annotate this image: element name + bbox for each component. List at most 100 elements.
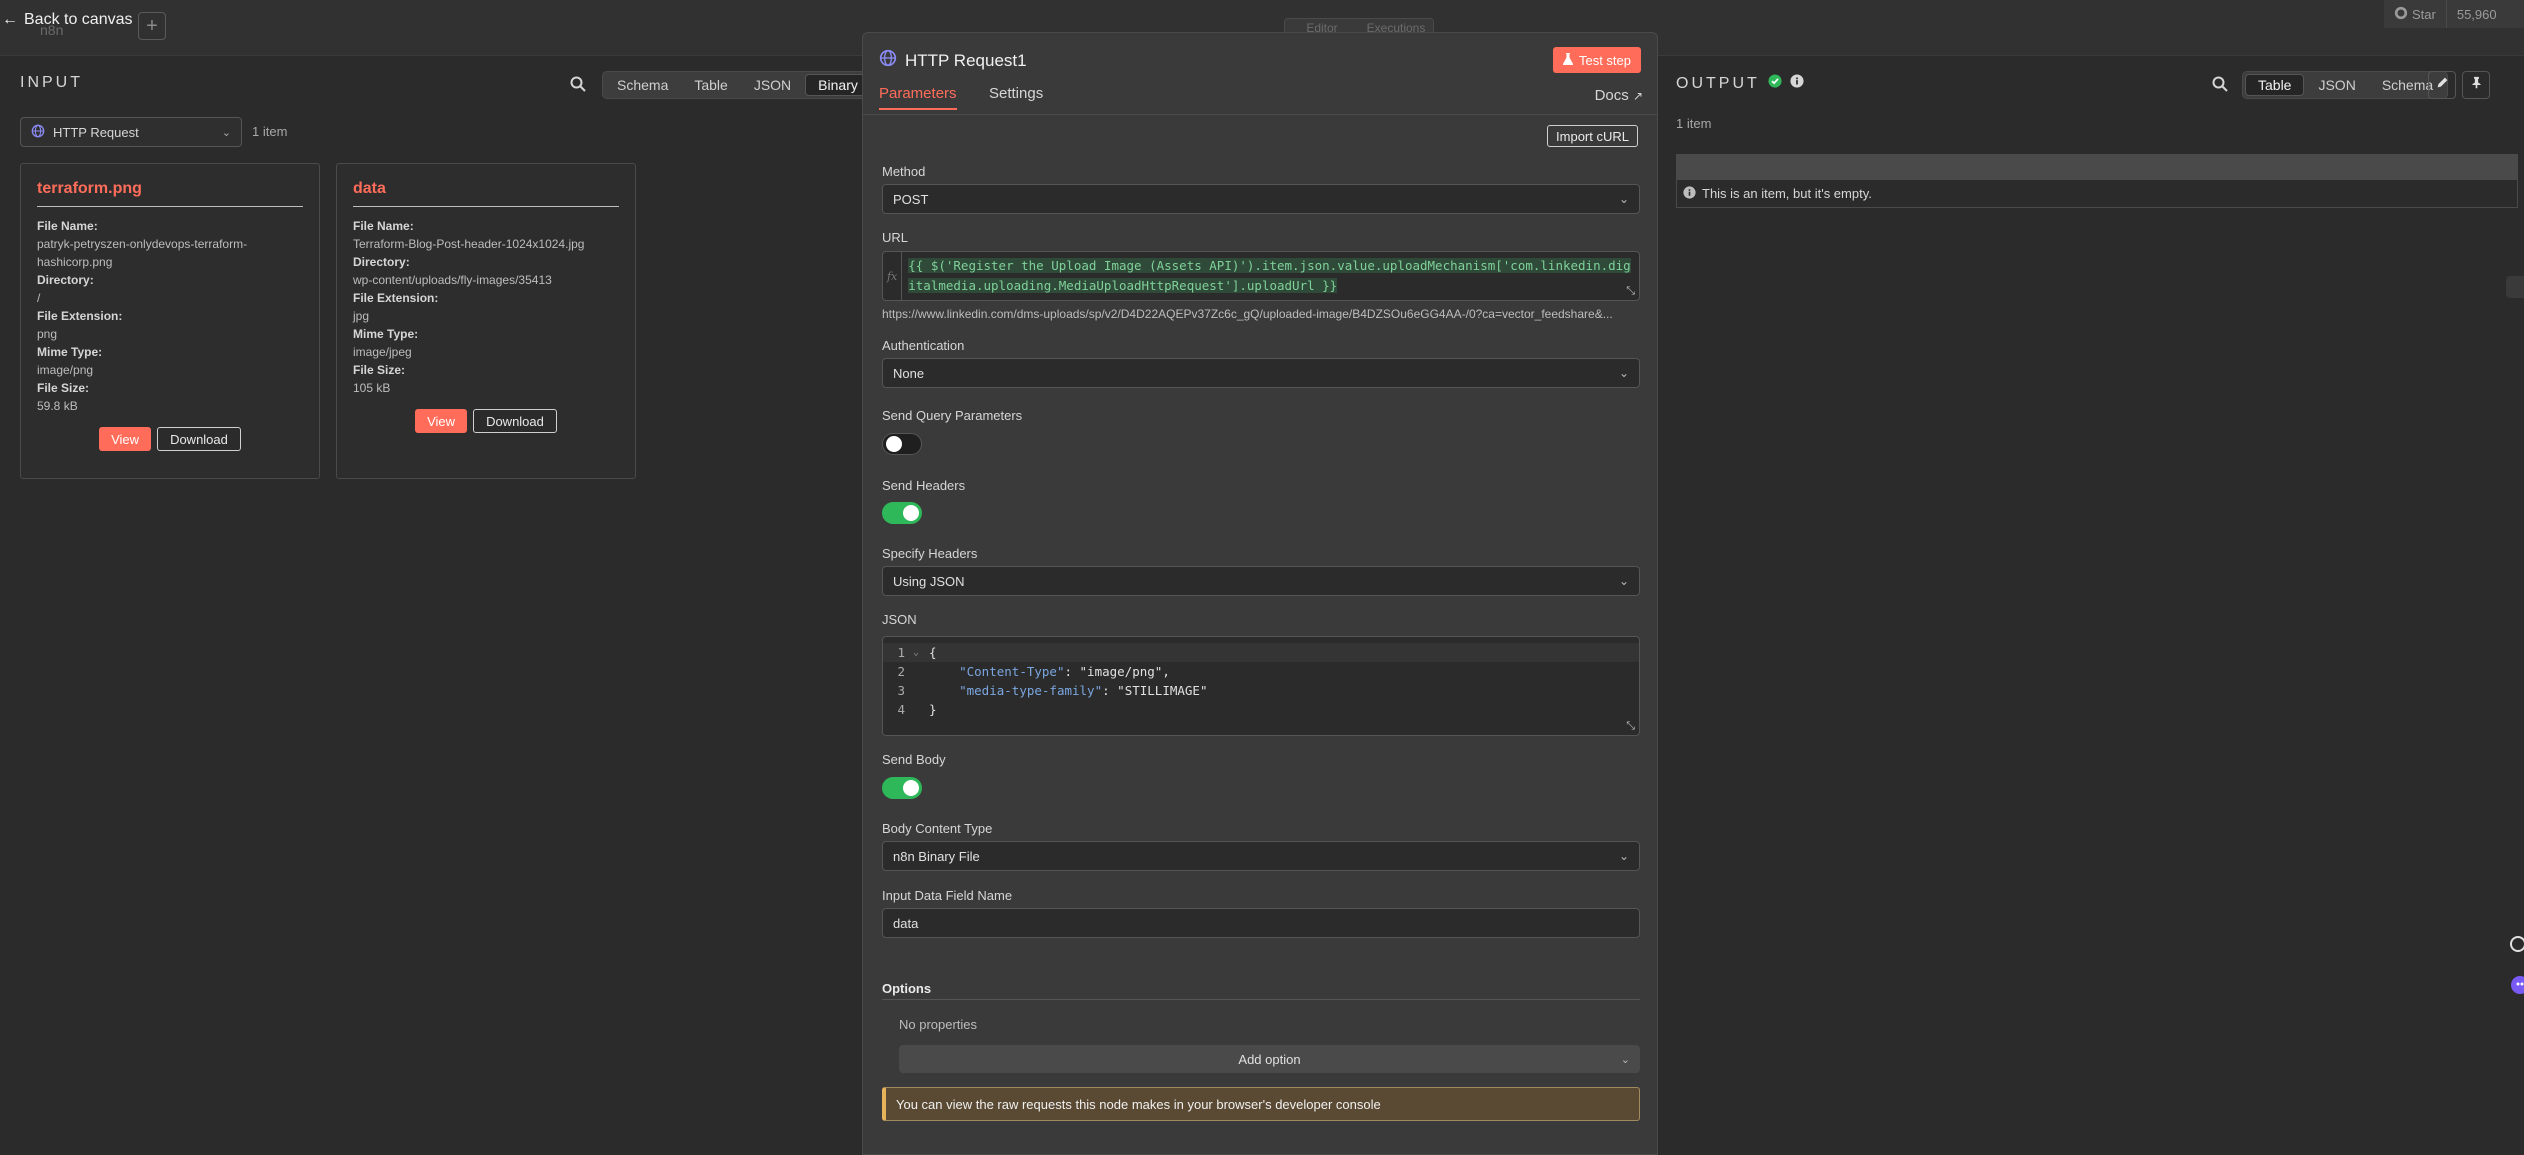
- url-expression-input[interactable]: fx {{ $('Register the Upload Image (Asse…: [882, 251, 1640, 301]
- back-to-canvas-label: Back to canvas: [24, 11, 133, 28]
- divider: [882, 999, 1640, 1000]
- fx-icon: fx: [883, 252, 903, 300]
- download-button[interactable]: Download: [157, 427, 241, 451]
- line-number: 3: [897, 683, 905, 698]
- code-text: }: [929, 702, 937, 717]
- json-key: "Content-Type": [959, 664, 1065, 679]
- search-icon[interactable]: [570, 76, 586, 97]
- view-button[interactable]: View: [415, 409, 468, 433]
- method-value: POST: [893, 191, 929, 207]
- chevron-down-icon: ⌄: [221, 126, 231, 139]
- tab-table[interactable]: Table: [682, 74, 739, 96]
- field-value: 59.8 kB: [37, 399, 78, 413]
- field-label: Mime Type:: [37, 345, 103, 359]
- line-number: 4: [897, 702, 905, 717]
- add-option-button[interactable]: Add option ⌄: [899, 1045, 1640, 1073]
- developer-console-notice: You can view the raw requests this node …: [882, 1087, 1640, 1121]
- search-icon[interactable]: [2212, 76, 2228, 97]
- line-number: 1: [897, 645, 905, 660]
- binary-card-actions: View Download: [37, 427, 303, 451]
- input-data-field-input[interactable]: data: [882, 908, 1640, 938]
- expand-icon[interactable]: ⤡: [1626, 285, 1635, 298]
- binary-card: terraform.png File Name: patryk-petrysze…: [20, 163, 320, 479]
- url-expression-text: {{ $('Register the Upload Image (Assets …: [908, 258, 1631, 293]
- field-label: Directory:: [353, 255, 410, 269]
- json-label: JSON: [882, 612, 917, 627]
- tab-settings[interactable]: Settings: [989, 85, 1043, 108]
- import-curl-button[interactable]: Import cURL: [1547, 125, 1638, 147]
- field-value: 105 kB: [353, 381, 391, 395]
- docs-label: Docs: [1594, 87, 1629, 104]
- input-data-field-value: data: [893, 915, 919, 931]
- add-option-label: Add option: [1238, 1051, 1301, 1067]
- node-title-text[interactable]: HTTP Request1: [905, 51, 1027, 71]
- fold-chevron-icon[interactable]: ⌄: [905, 647, 927, 658]
- field-label: File Name:: [37, 219, 98, 233]
- authentication-select[interactable]: None ⌄: [882, 358, 1640, 388]
- info-icon[interactable]: [1790, 74, 1804, 93]
- send-body-label: Send Body: [882, 752, 946, 767]
- expand-icon[interactable]: ⤡: [1626, 719, 1635, 733]
- view-button[interactable]: View: [99, 427, 152, 451]
- modal-header: HTTP Request1 Test step Parameters Setti…: [863, 33, 1657, 115]
- send-headers-toggle[interactable]: [882, 502, 922, 524]
- send-query-toggle[interactable]: [882, 433, 922, 455]
- authentication-value: None: [893, 365, 925, 381]
- json-key: "media-type-family": [959, 683, 1103, 698]
- code-text: "media-type-family": "STILLIMAGE": [959, 683, 1208, 698]
- tab-json[interactable]: JSON: [2306, 74, 2367, 96]
- url-label: URL: [882, 230, 909, 245]
- side-handle-icon[interactable]: [2506, 276, 2524, 298]
- specify-headers-value: Using JSON: [893, 573, 965, 589]
- output-table-header: [1676, 154, 2518, 180]
- tab-parameters[interactable]: Parameters: [879, 85, 957, 110]
- body-content-type-select[interactable]: n8n Binary File ⌄: [882, 841, 1640, 871]
- specify-headers-select[interactable]: Using JSON ⌄: [882, 566, 1640, 596]
- code-line: 1 ⌄ {: [883, 643, 1639, 662]
- globe-icon: [31, 124, 45, 141]
- code-line: 4 }: [883, 700, 1639, 719]
- test-step-button[interactable]: Test step: [1552, 47, 1641, 73]
- github-star-label: Star: [2412, 6, 2436, 22]
- docs-link[interactable]: Docs ↗: [1595, 87, 1643, 104]
- send-body-toggle[interactable]: [882, 777, 922, 799]
- json-code-editor[interactable]: 1 ⌄ { 2 "Content-Type": "image/png", 3 "…: [882, 636, 1640, 736]
- tab-table[interactable]: Table: [2245, 74, 2305, 96]
- json-value: "image/png",: [1079, 664, 1170, 679]
- github-star-widget[interactable]: Star 55,960: [2384, 0, 2524, 28]
- external-link-icon: ↗: [1632, 89, 1643, 103]
- input-node-select[interactable]: HTTP Request ⌄: [20, 117, 242, 147]
- back-to-canvas-link[interactable]: ← Back to canvas: [2, 8, 133, 32]
- flask-icon: [1562, 52, 1573, 68]
- specify-headers-label: Specify Headers: [882, 546, 978, 561]
- node-settings-modal: HTTP Request1 Test step Parameters Setti…: [862, 32, 1658, 1155]
- field-value: wp-content/uploads/fly-images/35413: [353, 273, 552, 287]
- pin-data-button[interactable]: [2462, 71, 2490, 99]
- download-button[interactable]: Download: [473, 409, 557, 433]
- chat-widget-icon[interactable]: [2508, 934, 2524, 956]
- empty-item-message: This is an item, but it's empty.: [1702, 186, 1872, 201]
- input-panel: INPUT Schema Table JSON Binary HTTP Requ…: [0, 56, 874, 1155]
- field-value: jpg: [353, 309, 370, 323]
- binary-card: data File Name: Terraform-Blog-Post-head…: [336, 163, 636, 479]
- field-label: File Size:: [353, 363, 406, 377]
- tab-binary[interactable]: Binary: [805, 74, 871, 96]
- field-value: image/png: [37, 363, 94, 377]
- input-view-tabs: Schema Table JSON Binary: [602, 71, 874, 99]
- chevron-down-icon: ⌄: [1618, 366, 1629, 380]
- field-label: Mime Type:: [353, 327, 419, 341]
- method-select[interactable]: POST ⌄: [882, 184, 1640, 214]
- edit-output-button[interactable]: [2428, 71, 2456, 99]
- send-headers-label: Send Headers: [882, 478, 966, 493]
- add-workflow-button[interactable]: +: [138, 12, 166, 40]
- code-line: 2 "Content-Type": "image/png",: [883, 662, 1639, 681]
- send-query-label: Send Query Parameters: [882, 408, 1023, 423]
- chevron-down-icon: ⌄: [1618, 574, 1629, 588]
- assistant-icon[interactable]: [2508, 974, 2524, 996]
- github-icon: [2394, 6, 2408, 23]
- tab-schema[interactable]: Schema: [605, 74, 680, 96]
- tab-json[interactable]: JSON: [742, 74, 803, 96]
- field-value: Terraform-Blog-Post-header-1024x1024.jpg: [353, 237, 585, 251]
- success-check-icon: [1768, 74, 1782, 93]
- field-label: File Extension:: [37, 309, 123, 323]
